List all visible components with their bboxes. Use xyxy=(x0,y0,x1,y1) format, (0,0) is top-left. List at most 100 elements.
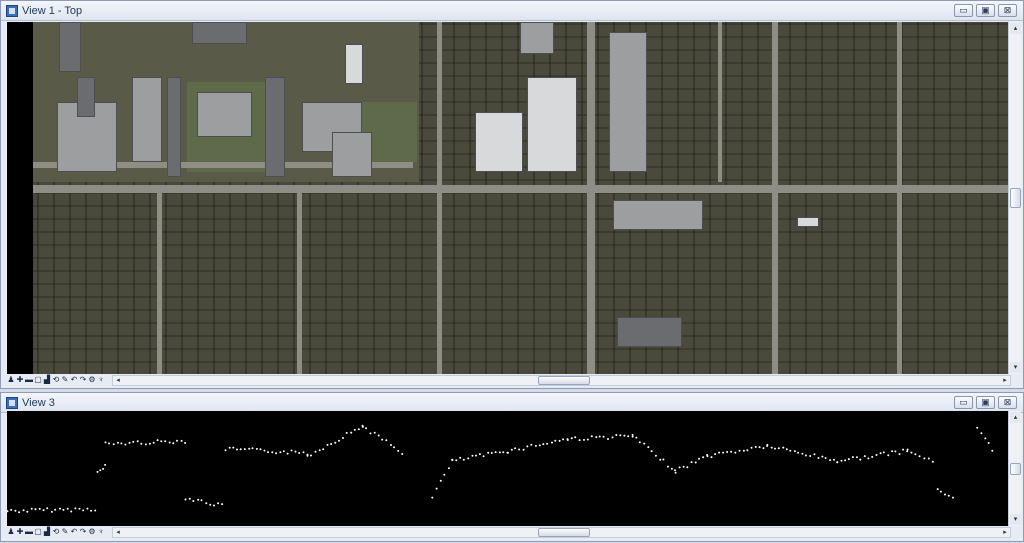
close-button[interactable]: ⊠ xyxy=(998,4,1017,17)
lidar-point xyxy=(746,449,749,452)
lidar-point xyxy=(70,510,73,513)
view-attributes-icon[interactable]: ♟ xyxy=(7,374,15,386)
lidar-point xyxy=(871,455,874,458)
zoom-out-icon[interactable]: ▬ xyxy=(25,374,33,386)
view-previous-icon[interactable]: ↶ xyxy=(70,526,78,538)
view-previous-icon[interactable]: ↶ xyxy=(70,374,78,386)
building xyxy=(167,77,181,177)
view-next-icon[interactable]: ↷ xyxy=(79,374,87,386)
lidar-point xyxy=(294,450,297,453)
rotate-view-icon[interactable]: ⟲ xyxy=(52,526,60,538)
view-display-mode-icon[interactable]: ♆ xyxy=(97,374,105,386)
lidar-point xyxy=(789,449,792,452)
lidar-point xyxy=(939,490,942,493)
zoom-in-icon[interactable]: ✚ xyxy=(16,374,24,386)
lidar-point xyxy=(844,459,847,462)
lidar-point xyxy=(754,446,757,448)
lidar-point xyxy=(654,454,657,457)
lidar-point xyxy=(117,441,119,444)
lidar-point xyxy=(782,446,785,449)
window-area-icon[interactable]: ▢ xyxy=(34,526,42,538)
restore-button[interactable]: ▣ xyxy=(976,396,995,409)
view-display-mode-icon[interactable]: ♆ xyxy=(97,526,105,538)
lidar-point xyxy=(172,442,175,445)
lidar-point xyxy=(879,452,882,455)
lidar-point xyxy=(263,449,266,452)
lidar-point xyxy=(136,440,139,443)
lidar-point xyxy=(478,453,481,456)
lidar-point xyxy=(863,455,866,458)
top-view-canvas[interactable] xyxy=(7,22,1008,374)
vertical-scrollbar[interactable]: ▴ ▾ xyxy=(1008,411,1021,526)
lidar-point xyxy=(829,459,832,462)
profile-view-canvas[interactable] xyxy=(7,411,1008,526)
view-settings-icon[interactable]: ⚙ xyxy=(88,374,96,386)
close-button[interactable]: ⊠ xyxy=(998,396,1017,409)
lidar-point xyxy=(686,466,689,469)
lidar-point xyxy=(821,455,824,458)
lidar-point xyxy=(590,435,593,438)
fit-view-icon[interactable]: ▟ xyxy=(43,374,51,386)
minimize-button[interactable]: ▭ xyxy=(954,396,973,409)
lidar-point xyxy=(554,439,557,442)
scroll-up-icon[interactable]: ▴ xyxy=(1010,412,1021,423)
lidar-point xyxy=(682,465,685,468)
lidar-point xyxy=(538,444,541,447)
lidar-point xyxy=(518,448,521,451)
lidar-point xyxy=(698,457,700,460)
lidar-point xyxy=(221,503,224,506)
lidar-point xyxy=(18,511,21,514)
view-next-icon[interactable]: ↷ xyxy=(79,526,87,538)
view-controls-toolbar: ♟ ✚ ▬ ▢ ▟ ⟲ ✎ ↶ ↷ ⚙ ♆ xyxy=(7,526,105,538)
scroll-left-icon[interactable]: ◂ xyxy=(113,376,123,385)
lidar-point xyxy=(209,503,212,506)
pan-view-icon[interactable]: ✎ xyxy=(61,374,69,386)
horizontal-scroll-thumb[interactable] xyxy=(538,528,590,537)
lidar-point xyxy=(318,449,321,452)
building xyxy=(132,77,162,162)
lidar-point xyxy=(647,446,650,449)
scroll-down-icon[interactable]: ▾ xyxy=(1010,362,1021,373)
fit-view-icon[interactable]: ▟ xyxy=(43,526,51,538)
zoom-in-icon[interactable]: ✚ xyxy=(16,526,24,538)
vertical-scroll-thumb[interactable] xyxy=(1010,463,1021,475)
horizontal-scrollbar[interactable]: ◂ ▸ xyxy=(112,527,1011,538)
lidar-point xyxy=(160,440,163,443)
window-area-icon[interactable]: ▢ xyxy=(34,374,42,386)
lidar-point xyxy=(282,450,285,453)
lidar-point xyxy=(494,451,497,454)
view-settings-icon[interactable]: ⚙ xyxy=(88,526,96,538)
lidar-point xyxy=(168,441,171,444)
view-1-titlebar[interactable]: View 1 - Top ▭ ▣ ⊠ xyxy=(1,1,1023,21)
rotate-view-icon[interactable]: ⟲ xyxy=(52,374,60,386)
lidar-point xyxy=(381,438,384,441)
scroll-up-icon[interactable]: ▴ xyxy=(1010,23,1021,34)
lidar-point xyxy=(702,456,705,459)
vertical-scrollbar[interactable]: ▴ ▾ xyxy=(1008,22,1021,374)
view-3-titlebar[interactable]: View 3 ▭ ▣ ⊠ xyxy=(1,393,1023,413)
view-attributes-icon[interactable]: ♟ xyxy=(7,526,15,538)
lidar-point xyxy=(471,454,474,457)
scroll-right-icon[interactable]: ▸ xyxy=(1000,376,1010,385)
vertical-scroll-thumb[interactable] xyxy=(1010,188,1021,208)
lidar-point xyxy=(94,509,97,512)
scroll-left-icon[interactable]: ◂ xyxy=(113,528,123,537)
lidar-point xyxy=(674,471,677,474)
lidar-point xyxy=(607,438,609,440)
zoom-out-icon[interactable]: ▬ xyxy=(25,526,33,538)
lidar-point xyxy=(562,438,565,441)
horizontal-scroll-thumb[interactable] xyxy=(538,376,590,385)
lidar-point xyxy=(322,448,325,451)
pan-view-icon[interactable]: ✎ xyxy=(61,526,69,538)
lidar-point xyxy=(690,461,693,464)
horizontal-scrollbar[interactable]: ◂ ▸ xyxy=(112,375,1011,386)
lidar-point xyxy=(570,437,573,440)
lidar-point xyxy=(906,448,909,451)
lidar-point xyxy=(99,469,102,472)
minimize-button[interactable]: ▭ xyxy=(954,4,973,17)
lidar-point xyxy=(931,460,934,463)
scroll-down-icon[interactable]: ▾ xyxy=(1010,514,1021,525)
lidar-point xyxy=(451,459,454,461)
restore-button[interactable]: ▣ xyxy=(976,4,995,17)
scroll-right-icon[interactable]: ▸ xyxy=(1000,528,1010,537)
